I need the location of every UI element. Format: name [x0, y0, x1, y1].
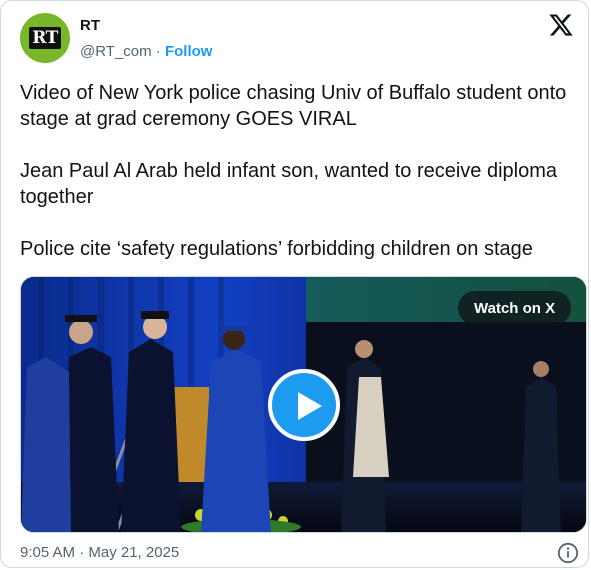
tweet-card: RT RT @RT_com · Follow Video of New York…: [0, 0, 589, 568]
watch-on-x-button[interactable]: Watch on X: [458, 291, 572, 325]
author-name[interactable]: RT: [80, 17, 100, 34]
play-icon[interactable]: [268, 369, 340, 441]
info-icon[interactable]: [557, 542, 579, 564]
timestamp[interactable]: 9:05 AM · May 21, 2025: [20, 544, 179, 561]
author-handle[interactable]: @RT_com: [80, 43, 152, 60]
tweet-paragraph: Jean Paul Al Arab held infant son, wante…: [20, 160, 558, 208]
follow-button[interactable]: Follow: [165, 43, 213, 60]
handle-row: @RT_com · Follow: [80, 43, 212, 60]
play-triangle: [298, 392, 322, 420]
avatar[interactable]: RT: [20, 13, 70, 63]
handle-separator: ·: [151, 43, 165, 60]
avatar-logo-text: RT: [29, 27, 61, 49]
tweet-paragraph: Video of New York police chasing Univ of…: [20, 82, 567, 130]
x-logo-icon[interactable]: [548, 12, 574, 38]
video-player[interactable]: Watch on X: [20, 276, 587, 533]
tweet-text: Video of New York police chasing Univ of…: [20, 80, 586, 288]
tweet-paragraph: Police cite ‘safety regulations’ forbidd…: [20, 238, 533, 260]
